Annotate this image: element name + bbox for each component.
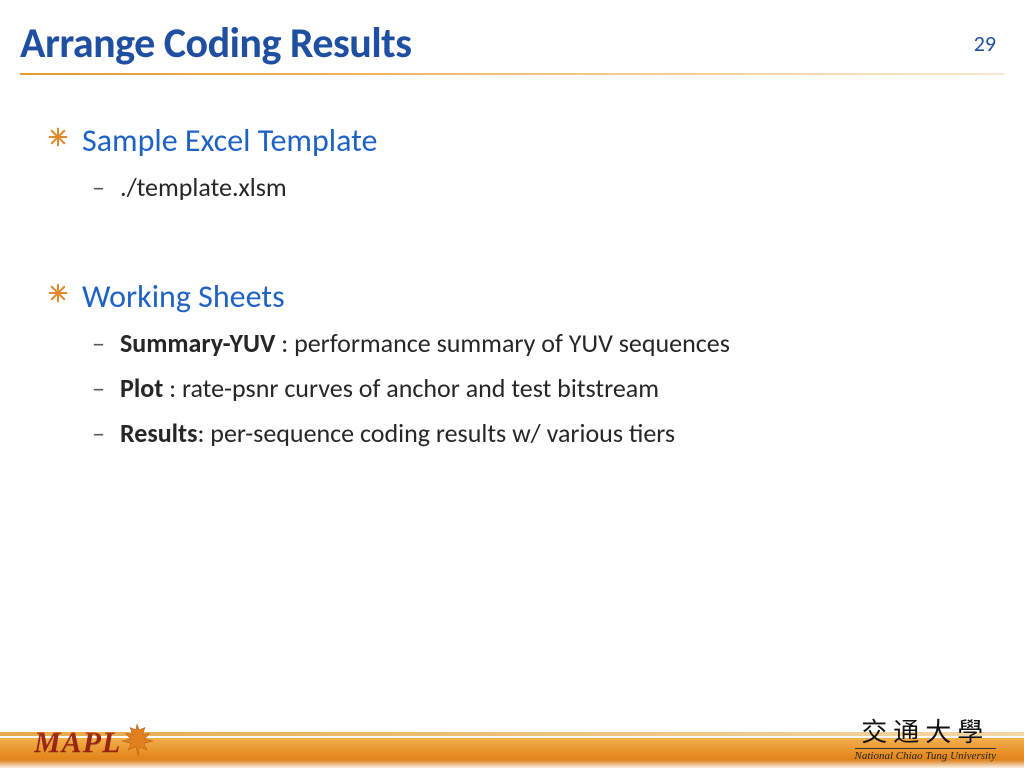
bullet-level2: Summary-YUV : performance summary of YUV… xyxy=(48,326,984,361)
logo-nctu-en: National Chiao Tung University xyxy=(855,748,996,762)
slide-body: Sample Excel Template ./template.xlsm Wo… xyxy=(48,115,984,461)
logo-nctu-cn: 交通大學 xyxy=(855,720,996,746)
bullet-level1: Sample Excel Template xyxy=(48,121,984,160)
page-title: Arrange Coding Results xyxy=(20,18,1004,69)
asterisk-icon xyxy=(48,127,68,147)
bullet-level2: ./template.xlsm xyxy=(48,170,984,205)
logo-mapl-text: MAPL xyxy=(34,726,121,760)
item-sep: : xyxy=(275,327,294,359)
logo-nctu: 交通大學 National Chiao Tung University xyxy=(855,720,996,762)
item-rest: performance summary of YUV sequences xyxy=(294,327,730,359)
asterisk-icon xyxy=(48,283,68,303)
logo-mapl: MAPL xyxy=(34,722,155,760)
spacer xyxy=(48,215,984,271)
slide: Arrange Coding Results 29 Sample Excel T… xyxy=(0,0,1024,768)
item-rest: per-sequence coding results w/ various t… xyxy=(210,417,675,449)
item-rest: rate-psnr curves of anchor and test bits… xyxy=(182,372,659,404)
item-bold: Summary-YUV xyxy=(120,327,275,359)
bullet-level1: Working Sheets xyxy=(48,277,984,316)
section-heading: Working Sheets xyxy=(82,277,285,316)
item-text: ./template.xlsm xyxy=(120,171,287,203)
title-row: Arrange Coding Results xyxy=(20,18,1004,69)
page-number: 29 xyxy=(974,30,996,57)
bullet-level2: Results: per-sequence coding results w/ … xyxy=(48,416,984,451)
item-sep: : xyxy=(163,372,182,404)
item-sep: : xyxy=(197,417,210,449)
maple-leaf-icon xyxy=(119,722,155,758)
title-underline xyxy=(20,73,1004,75)
footer: MAPL 交通大學 National Chiao Tung University xyxy=(0,714,1024,768)
bullet-level2: Plot : rate-psnr curves of anchor and te… xyxy=(48,371,984,406)
section-heading: Sample Excel Template xyxy=(82,121,377,160)
item-bold: Plot xyxy=(120,372,163,404)
item-bold: Results xyxy=(120,417,197,449)
